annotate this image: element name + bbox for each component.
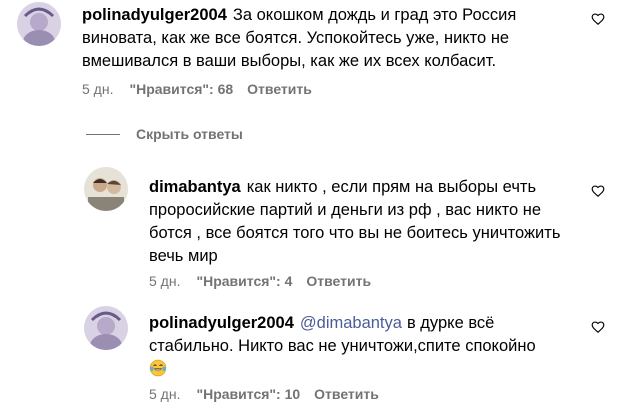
heart-outline-icon[interactable] <box>591 320 605 334</box>
likes-count[interactable]: "Нравится": 10 <box>196 386 300 402</box>
username[interactable]: polinadyulger2004 <box>82 6 227 24</box>
likes-count[interactable]: "Нравится": 68 <box>129 81 233 97</box>
comment-time: 5 дн. <box>82 81 114 97</box>
reply-button[interactable]: Ответить <box>247 81 312 97</box>
username[interactable]: dimabantya <box>149 178 241 196</box>
hide-replies-button[interactable]: Скрыть ответы <box>136 126 243 142</box>
comment-text: polinadyulger2004 @dimabantya в дурке всё … <box>149 312 569 381</box>
laughing-with-tears-emoji <box>149 359 167 377</box>
mention-link[interactable]: @dimabantya <box>300 314 402 332</box>
comment-time: 5 дн. <box>149 273 181 289</box>
divider <box>86 133 120 135</box>
avatar[interactable] <box>17 2 61 46</box>
avatar[interactable] <box>84 306 128 350</box>
hide-replies-row[interactable]: Скрыть ответы <box>86 124 243 144</box>
reply-button[interactable]: Ответить <box>306 273 371 289</box>
comment-text: polinadyulger2004 За окошком дождь и град… <box>82 4 562 73</box>
avatar[interactable] <box>84 167 128 211</box>
comment-time: 5 дн. <box>149 386 181 402</box>
reply-button[interactable]: Ответить <box>314 386 379 402</box>
heart-outline-icon[interactable] <box>591 184 605 198</box>
comment-meta: 5 дн. "Нравится": 10 Ответить <box>149 386 379 402</box>
comment-meta: 5 дн. "Нравится": 68 Ответить <box>82 81 312 97</box>
likes-count[interactable]: "Нравится": 4 <box>196 273 292 289</box>
comment-meta: 5 дн. "Нравится": 4 Ответить <box>149 273 371 289</box>
heart-outline-icon[interactable] <box>591 12 605 26</box>
comment-text: dimabantya как никто , если прям на выбор… <box>149 176 569 268</box>
username[interactable]: polinadyulger2004 <box>149 314 294 332</box>
